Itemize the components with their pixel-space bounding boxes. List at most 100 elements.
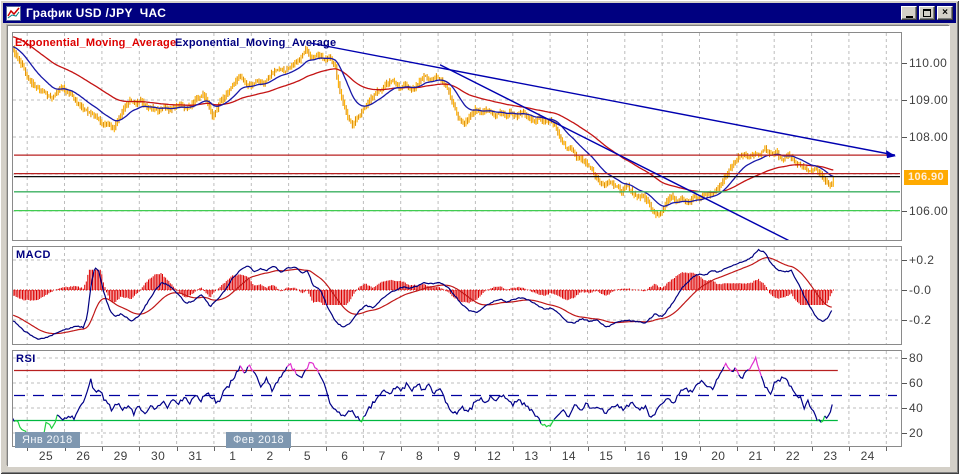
time-axis-label: 21 (748, 449, 763, 463)
rsi-line-segment (13, 417, 15, 422)
rsi-axis-label: 80 (909, 351, 924, 365)
time-axis-label: 8 (415, 449, 424, 463)
macd-axis-label: -0.0 (909, 283, 932, 297)
minimize-icon (905, 15, 913, 18)
rsi-axis-label: 60 (909, 376, 924, 390)
rsi-line-segment (824, 404, 833, 420)
time-axis-label: 7 (378, 449, 386, 463)
macd-panel[interactable]: MACD (12, 246, 902, 345)
candle-series (13, 45, 833, 217)
time-axis-label: 23 (823, 449, 838, 463)
time-axis-label: 1 (229, 449, 237, 463)
time-axis-label: 14 (561, 449, 576, 463)
rsi-axis-label: 40 (909, 401, 924, 415)
time-axis-tick (587, 447, 589, 451)
macd-chart-canvas (13, 247, 901, 344)
time-axis-tick (736, 447, 738, 451)
rsi-chart-canvas (13, 351, 901, 446)
time-axis-tick (662, 447, 664, 451)
time-axis-tick (624, 447, 626, 451)
time-axis-tick (176, 447, 178, 451)
chart-window: График USD /JPY ЧАС × Exponential_Moving… (0, 0, 959, 474)
time-axis-tick (848, 447, 850, 451)
time-axis-label: 26 (76, 449, 91, 463)
rsi-line-segment (286, 362, 297, 375)
month-label-january: Янв 2018 (15, 432, 80, 448)
window-titlebar[interactable]: График USD /JPY ЧАС × (3, 3, 956, 23)
close-button[interactable]: × (937, 6, 953, 20)
maximize-button[interactable] (919, 6, 935, 20)
time-axis-label: 22 (785, 449, 801, 463)
macd-indicator-label: MACD (16, 249, 51, 261)
rsi-line-segment (318, 372, 361, 421)
minimize-button[interactable] (901, 6, 917, 20)
month-label-february: Фев 2018 (226, 432, 292, 448)
current-price-tag: 106.90 (904, 170, 949, 185)
axis-tick (902, 408, 907, 409)
grid-lines (13, 33, 901, 240)
axis-tick (902, 290, 907, 291)
ema-red-legend-label: Exponential_Moving_Average (15, 37, 177, 49)
time-axis-label: 12 (487, 449, 502, 463)
rsi-line-segment (363, 381, 542, 424)
maximize-icon (923, 9, 931, 17)
chart-app-icon (6, 5, 21, 21)
macd-signal-line (13, 257, 832, 335)
rsi-line-segment (553, 366, 725, 420)
macd-main-line (13, 248, 833, 340)
axis-tick (902, 320, 907, 321)
rsi-line-segment (820, 415, 826, 423)
price-axis-label: 109.00 (909, 93, 949, 107)
axis-tick (902, 260, 907, 261)
price-panel[interactable]: Exponential_Moving_Average Exponential_M… (12, 32, 902, 241)
time-axis-label: 9 (453, 449, 461, 463)
rsi-axis-label: 20 (909, 426, 924, 440)
time-axis-tick (774, 447, 776, 451)
time-axis-tick (326, 447, 327, 451)
time-axis-label: 19 (673, 449, 689, 463)
price-axis-label: 110.00 (909, 56, 948, 70)
rsi-indicator-label: RSI (16, 353, 36, 365)
ema-slow-line (13, 36, 834, 193)
time-axis-label: 5 (303, 449, 311, 463)
time-axis-label: 13 (524, 449, 539, 463)
axis-tick (902, 137, 907, 138)
axis-tick (902, 211, 907, 212)
time-axis-label: 2 (266, 449, 274, 463)
ema-blue-legend-label: Exponential_Moving_Average (175, 37, 337, 49)
time-axis-tick (550, 447, 552, 451)
time-axis-tick (886, 447, 888, 451)
time-axis-label: 31 (188, 449, 203, 463)
price-chart-canvas (13, 33, 901, 240)
chart-content-area: Exponential_Moving_Average Exponential_M… (8, 26, 950, 467)
time-axis-tick (811, 447, 813, 451)
time-axis-label: 20 (711, 449, 726, 463)
axis-tick (902, 383, 907, 384)
time-axis-tick (475, 447, 477, 451)
time-axis-tick (699, 447, 701, 451)
rsi-line-segment (56, 365, 241, 421)
trendline (309, 42, 896, 156)
time-axis-tick (400, 447, 402, 451)
price-axis-label: 108.00 (909, 130, 949, 144)
macd-histogram (13, 269, 833, 305)
axis-tick (902, 433, 907, 434)
ema-fast-line (13, 46, 834, 207)
rsi-line-segment (239, 365, 245, 374)
time-axis-tick (438, 447, 440, 451)
time-axis-label: 16 (636, 449, 651, 463)
time-axis-label: 29 (113, 449, 128, 463)
axis-tick (902, 358, 907, 359)
rsi-panel[interactable]: RSI (12, 350, 902, 447)
time-axis-label: 30 (151, 449, 166, 463)
time-axis-label: 15 (599, 449, 614, 463)
time-axis-label: 6 (341, 449, 349, 463)
rsi-line-segment (243, 366, 249, 374)
titlebar-buttons: × (901, 6, 953, 20)
axis-tick (902, 63, 907, 64)
time-axis-tick (363, 447, 365, 451)
time-axis-tick (139, 447, 141, 451)
trendline-arrowhead (885, 150, 896, 159)
grid-lines (13, 351, 901, 446)
rsi-line-segment (734, 367, 740, 376)
